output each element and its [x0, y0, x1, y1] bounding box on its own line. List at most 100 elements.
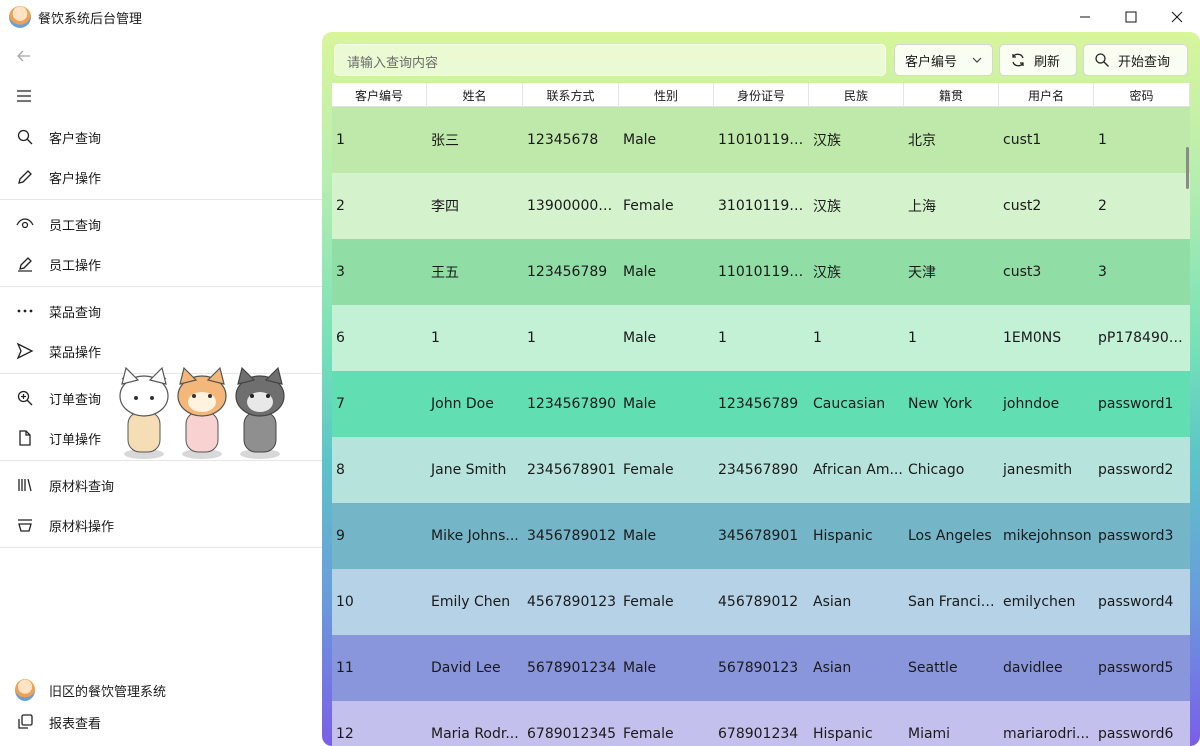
table-cell: 汉族	[813, 133, 841, 149]
table-cell: 1	[1098, 132, 1107, 148]
shiba-dog-image	[177, 366, 227, 459]
column-header[interactable]: 籍贯	[904, 83, 999, 107]
sidebar-divider	[0, 286, 322, 287]
table-cell: 1	[336, 132, 345, 148]
document-icon	[15, 428, 35, 448]
search-icon	[1095, 53, 1109, 67]
table-row[interactable]: 10 Emily Chen 4567890123 Female 456789012 Asi…	[332, 569, 1190, 635]
title-bar: 餐饮系统后台管理	[0, 0, 1200, 34]
app-title: 餐饮系统后台管理	[38, 11, 143, 27]
start-query-button[interactable]: 开始查询	[1083, 44, 1188, 76]
table-cell: 汉族	[813, 265, 841, 281]
table-cell: Female	[623, 594, 674, 610]
maximize-icon[interactable]	[1108, 0, 1154, 34]
sidebar-item-material-query[interactable]: 原材料查询	[0, 465, 322, 505]
sidebar-item-staff-operate[interactable]: 员工操作	[0, 244, 322, 284]
search-input[interactable]: 请输入查询内容	[334, 44, 886, 76]
table-cell: Male	[623, 330, 657, 346]
table-cell: New York	[908, 396, 973, 412]
table-cell: Caucasian	[813, 396, 886, 412]
table-cell: 11	[336, 660, 354, 676]
table-cell: 110101199...	[718, 264, 809, 280]
sidebar-item-label: 旧区的餐饮管理系统	[49, 684, 167, 700]
table-cell: 456789012	[718, 594, 799, 610]
table-cell: John Doe	[431, 396, 494, 412]
table-row[interactable]: 8 Jane Smith 2345678901 Female 234567890 Afri…	[332, 437, 1190, 503]
hamburger-menu-icon[interactable]	[14, 86, 34, 106]
refresh-label: 刷新	[1034, 54, 1061, 70]
table-cell: Male	[623, 132, 657, 148]
table-cell: 12	[336, 726, 354, 742]
table-row[interactable]: 9 Mike Johns... 3456789012 Male 345678901 His…	[332, 503, 1190, 569]
table-cell: 123456789	[718, 396, 799, 412]
column-header[interactable]: 民族	[809, 83, 904, 107]
table-cell: 110101199...	[718, 132, 809, 148]
back-arrow-icon[interactable]	[14, 46, 34, 66]
table-row[interactable]: 1 张三 12345678 Male 110101199... 汉族 北京 cust1 1	[332, 107, 1190, 173]
column-header[interactable]: 密码	[1094, 83, 1190, 107]
table-cell: Male	[623, 660, 657, 676]
sidebar-item-dish-query[interactable]: 菜品查询	[0, 291, 322, 331]
column-header[interactable]: 联系方式	[523, 83, 619, 107]
basket-icon	[15, 515, 35, 535]
user-avatar	[15, 679, 35, 701]
close-icon[interactable]	[1154, 0, 1200, 34]
column-header[interactable]: 身份证号	[714, 83, 809, 107]
table-cell: Male	[623, 396, 657, 412]
table-cell: 12345678	[527, 132, 599, 148]
table-cell: password1	[1098, 396, 1174, 412]
table-cell: Los Angeles	[908, 528, 992, 544]
sidebar-item-label: 订单操作	[49, 432, 102, 448]
table-cell: 2	[1098, 198, 1107, 214]
table-cell: 张三	[431, 133, 459, 149]
zoom-in-icon	[15, 388, 35, 408]
table-cell: password6	[1098, 726, 1174, 742]
table-row[interactable]: 6 1 1 Male 1 1 1 1EM0NS pP1784900...	[332, 305, 1190, 371]
table-row[interactable]: 2 李四 13900000002 Female 310101199... 汉族 上海 cust…	[332, 173, 1190, 239]
refresh-button[interactable]: 刷新	[999, 44, 1077, 76]
search-field-value: 客户编号	[905, 54, 958, 70]
table-cell: San Francis...	[908, 594, 999, 610]
copy-icon	[15, 712, 35, 732]
sidebar-item-label: 原材料操作	[49, 519, 115, 535]
table-cell: 10	[336, 594, 354, 610]
column-header[interactable]: 性别	[619, 83, 714, 107]
table-cell: 1EM0NS	[1003, 330, 1062, 346]
table-cell: 4567890123	[527, 594, 617, 610]
sidebar-item-customer-query[interactable]: 客户查询	[0, 117, 322, 157]
table-cell: David Lee	[431, 660, 501, 676]
table-cell: Emily Chen	[431, 594, 511, 610]
table-row[interactable]: 11 David Lee 5678901234 Male 567890123 Asian S…	[332, 635, 1190, 701]
search-field-select[interactable]: 客户编号	[894, 44, 993, 76]
table-cell: Seattle	[908, 660, 958, 676]
table-cell: Male	[623, 264, 657, 280]
main-panel: 请输入查询内容 客户编号 刷新 开始查询 客户编号 姓名 联系方式 性别 身份证号 民族籍…	[322, 32, 1200, 746]
table-cell: Female	[623, 462, 674, 478]
table-cell: 123456789	[527, 264, 608, 280]
table-cell: mikejohnson	[1003, 528, 1092, 544]
table-cell: 北京	[908, 133, 936, 149]
eye-icon	[15, 214, 35, 234]
table-cell: password4	[1098, 594, 1174, 610]
sidebar-item-report[interactable]: 报表查看	[0, 702, 322, 742]
table-cell: 678901234	[718, 726, 799, 742]
gray-cat-image	[235, 366, 285, 459]
sidebar-item-customer-operate[interactable]: 客户操作	[0, 157, 322, 197]
minimize-icon[interactable]	[1062, 0, 1108, 34]
chevron-down-icon	[972, 57, 982, 63]
sidebar-item-label: 客户查询	[49, 131, 102, 147]
table-cell: 8	[336, 462, 345, 478]
vertical-scrollbar[interactable]	[1186, 147, 1189, 189]
column-header[interactable]: 用户名	[999, 83, 1094, 107]
sidebar-item-material-operate[interactable]: 原材料操作	[0, 505, 322, 545]
table-cell: 5678901234	[527, 660, 617, 676]
table-row[interactable]: 3 王五 123456789 Male 110101199... 汉族 天津 cust3 3	[332, 239, 1190, 305]
table-row[interactable]: 7 John Doe 1234567890 Male 123456789 Caucasia…	[332, 371, 1190, 437]
sidebar-item-staff-query[interactable]: 员工查询	[0, 204, 322, 244]
table-cell: African Am...	[813, 462, 903, 478]
table-cell: 1	[431, 330, 440, 346]
column-header[interactable]: 客户编号	[332, 83, 427, 107]
column-header[interactable]: 姓名	[427, 83, 523, 107]
table-cell: 3	[336, 264, 345, 280]
table-row[interactable]: 12 Maria Rodr... 6789012345 Female 678901234…	[332, 701, 1190, 746]
